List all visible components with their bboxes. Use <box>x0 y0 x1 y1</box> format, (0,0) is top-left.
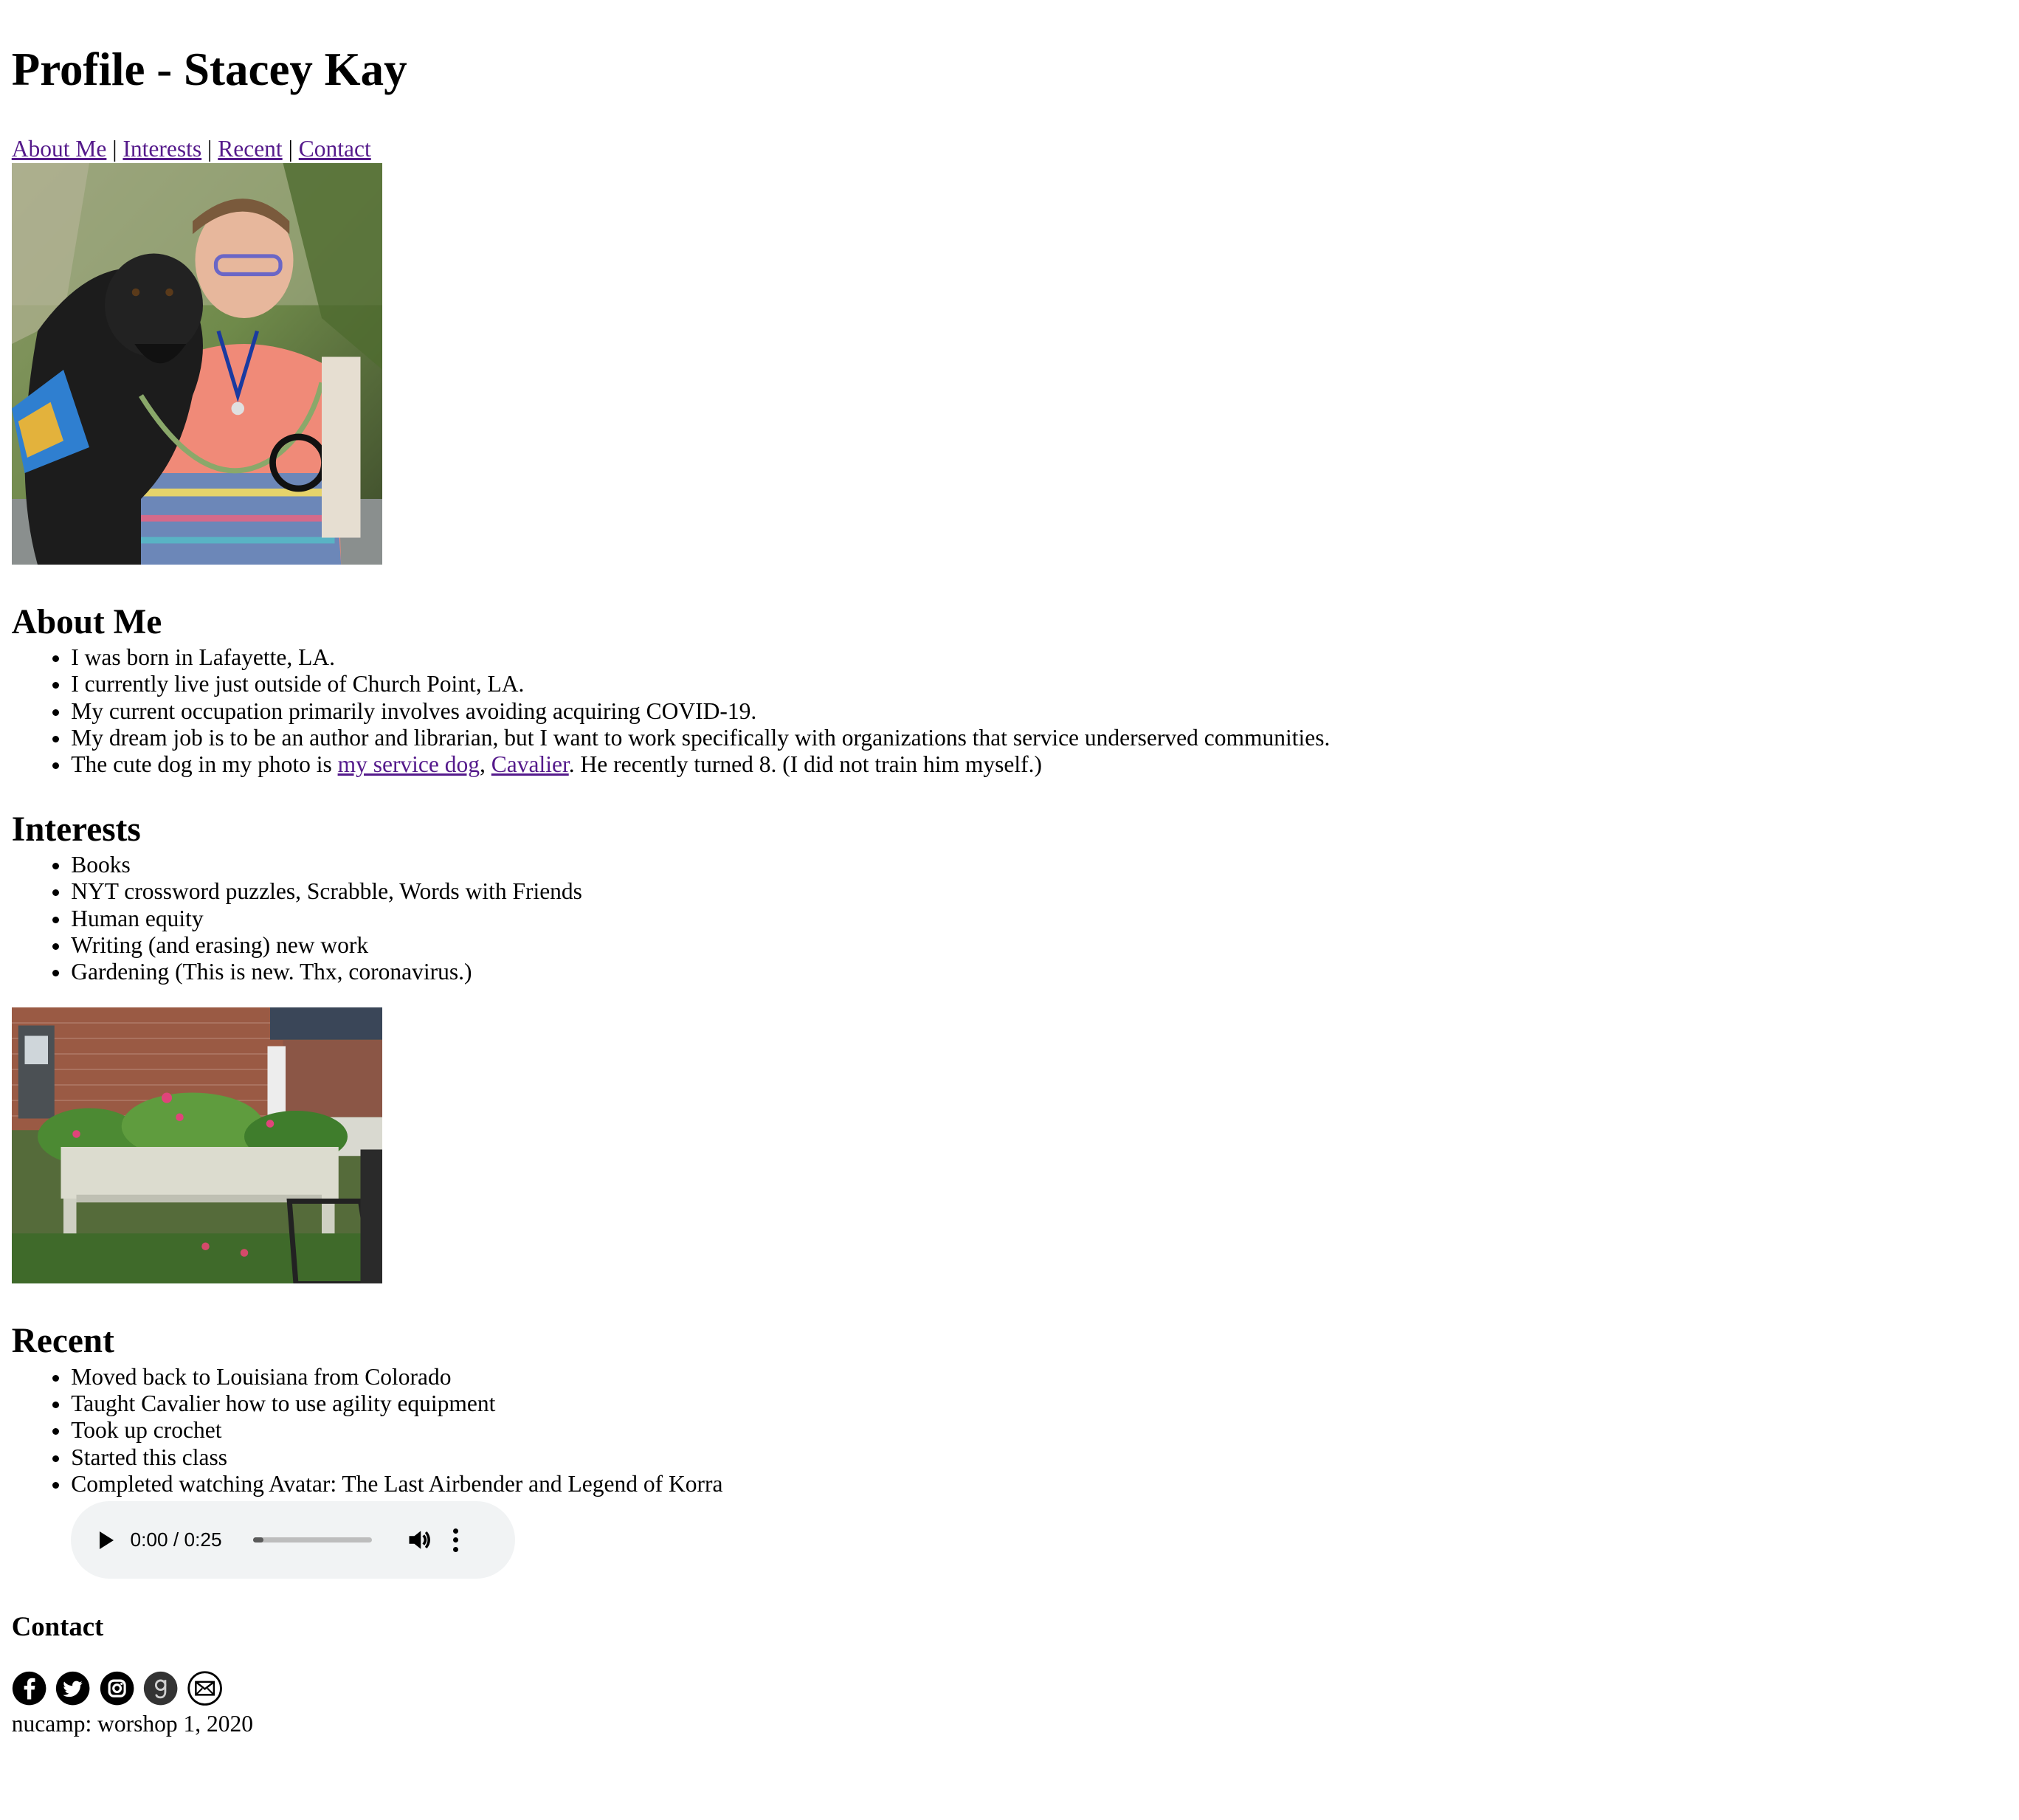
more-dot <box>453 1537 458 1543</box>
dog-item-prefix: The cute dog in my photo is <box>71 751 338 778</box>
audio-time: 0:00 / 0:25 <box>130 1528 222 1551</box>
volume-icon[interactable] <box>407 1527 432 1553</box>
nav-separator: | <box>288 135 293 162</box>
interests-list: Books NYT crossword puzzles, Scrabble, W… <box>12 852 2001 985</box>
about-heading: About Me <box>11 602 162 641</box>
audio-player: 0:00 / 0:25 <box>71 1501 516 1579</box>
top-nav: About Me | Interests | Recent | Contact <box>12 136 2001 163</box>
recent-heading: Recent <box>11 1322 114 1361</box>
list-item: My dream job is to be an author and libr… <box>71 725 2001 751</box>
nav-separator: | <box>207 135 213 162</box>
list-item: NYT crossword puzzles, Scrabble, Words w… <box>71 878 2001 905</box>
footer-text: nucamp: worshop 1, 2020 <box>11 1710 253 1737</box>
list-item: The cute dog in my photo is my service d… <box>71 751 2001 778</box>
nav-link-contact[interactable]: Contact <box>299 136 371 162</box>
more-dot <box>453 1528 458 1534</box>
instagram-icon[interactable] <box>100 1671 134 1706</box>
contact-heading: Contact <box>11 1611 104 1642</box>
list-item: I was born in Lafayette, LA. <box>71 644 2001 671</box>
goodreads-icon[interactable] <box>143 1671 178 1706</box>
list-item: Books <box>71 852 2001 878</box>
nav-link-interests[interactable]: Interests <box>122 136 201 162</box>
social-links <box>12 1669 2001 1709</box>
recent-list: Moved back to Louisiana from Colorado Ta… <box>12 1364 2001 1497</box>
service-dog-link[interactable]: my service dog <box>338 751 480 777</box>
list-item: Human equity <box>71 906 2001 932</box>
twitter-icon[interactable] <box>55 1671 90 1706</box>
about-list: I was born in Lafayette, LA. I currently… <box>12 644 2001 778</box>
nav-link-about-me[interactable]: About Me <box>12 136 107 162</box>
list-item: Gardening (This is new. Thx, coronavirus… <box>71 959 2001 985</box>
profile-photo <box>11 162 382 565</box>
list-item: Took up crochet <box>71 1417 2001 1444</box>
page: Profile - Stacey Kay About Me | Interest… <box>0 0 2001 1738</box>
list-item: My current occupation primarily involves… <box>71 698 2001 725</box>
more-vertical-icon[interactable] <box>453 1528 458 1552</box>
seek-bar[interactable] <box>252 1537 372 1543</box>
interests-heading: Interests <box>11 810 141 849</box>
dog-item-suffix: . He recently turned 8. (I did not train… <box>568 751 1042 778</box>
page-title: Profile - Stacey Kay <box>11 44 407 96</box>
cavalier-link[interactable]: Cavalier <box>491 751 569 777</box>
list-item: Writing (and erasing) new work <box>71 932 2001 959</box>
seek-progress <box>252 1537 264 1543</box>
nav-separator: | <box>112 135 117 162</box>
list-item: Moved back to Louisiana from Colorado <box>71 1364 2001 1390</box>
nav-link-recent[interactable]: Recent <box>218 136 282 162</box>
email-icon[interactable] <box>187 1671 222 1706</box>
facebook-icon[interactable] <box>12 1671 46 1706</box>
list-item: Completed watching Avatar: The Last Airb… <box>71 1471 2001 1497</box>
list-item: I currently live just outside of Church … <box>71 671 2001 697</box>
list-item: Taught Cavalier how to use agility equip… <box>71 1390 2001 1417</box>
more-dot <box>453 1546 458 1552</box>
dog-item-comma: , <box>480 751 491 778</box>
garden-photo <box>11 1007 382 1284</box>
play-icon[interactable] <box>99 1531 114 1549</box>
list-item: Started this class <box>71 1444 2001 1471</box>
